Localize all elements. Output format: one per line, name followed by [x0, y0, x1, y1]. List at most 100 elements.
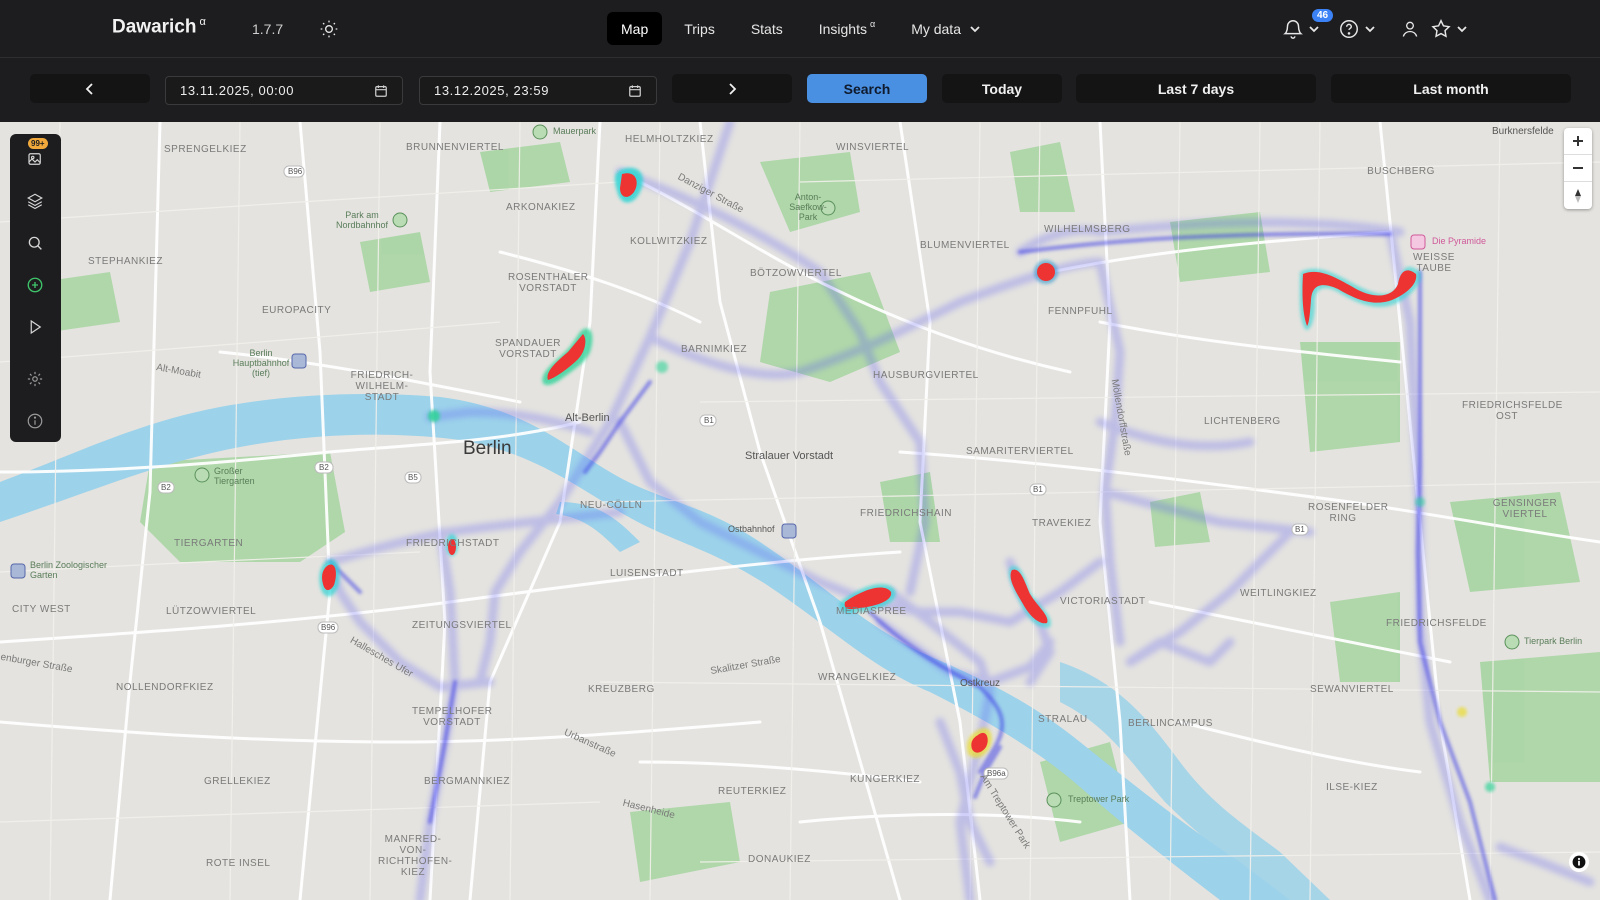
map-label-kollwitzkiez: KOLLWITZKIEZ	[630, 236, 708, 247]
bell-icon	[1283, 20, 1303, 39]
map-label-berlin: Berlin	[463, 438, 512, 459]
help-button[interactable]	[1338, 14, 1376, 44]
play-icon	[30, 319, 42, 335]
calendar-icon[interactable]	[374, 84, 388, 98]
chevron-down-icon	[1365, 26, 1375, 33]
today-button[interactable]: Today	[942, 74, 1062, 103]
start-date-value: 13.11.2025, 00:00	[180, 83, 295, 98]
map-label-victoriastadt: VICTORIASTADT	[1060, 596, 1146, 607]
map-label-mauerpark: Mauerpark	[553, 126, 597, 136]
zoom-out-button[interactable]	[1564, 155, 1592, 182]
map-label-city-west: CITY WEST	[12, 604, 71, 615]
notifications-count-badge: 46	[1312, 9, 1334, 22]
nav-trips[interactable]: Trips	[670, 12, 729, 45]
calendar-icon[interactable]	[628, 84, 642, 98]
map-search-button[interactable]	[24, 232, 46, 254]
next-period-button[interactable]	[672, 74, 792, 103]
map-label-spandauer: SPANDAUER VORSTADT	[495, 338, 561, 360]
map-label-travekiez: TRAVEKIEZ	[1032, 518, 1092, 529]
nav-my-data-dropdown[interactable]: My data	[897, 12, 995, 45]
map-info-button[interactable]	[24, 410, 46, 432]
svg-text:B5: B5	[408, 473, 418, 482]
map-label-europacity: EUROPACITY	[262, 305, 332, 316]
reset-bearing-button[interactable]	[1564, 182, 1592, 209]
search-icon	[28, 236, 42, 250]
app-name: Dawarich	[112, 16, 197, 38]
map-label-ostbahnhof: Ostbahnhof	[728, 524, 775, 534]
map-label-wilhelmsberg: WILHELMSBERG	[1044, 224, 1131, 235]
map-label-tierpark: Tierpark Berlin	[1524, 636, 1583, 646]
zoom-controls	[1564, 128, 1592, 209]
nav-map[interactable]: Map	[607, 12, 663, 45]
map-label-nollendorf: NOLLENDORFKIEZ	[116, 682, 214, 693]
map-label-hauptbahnhof: Berlin Hauptbahnhof (tief)	[232, 348, 290, 378]
compass-icon	[1575, 188, 1581, 203]
map-settings-button[interactable]	[24, 368, 46, 390]
map-label-grellekiez: GRELLEKIEZ	[204, 776, 271, 787]
user-profile-button[interactable]	[1400, 14, 1420, 44]
map-label-friedrichshain: FRIEDRICHSHAIN	[860, 508, 953, 519]
map-label-mediaspree: MEDIASPREE	[836, 606, 907, 617]
chevron-right-icon	[729, 82, 737, 95]
map-label-reuterkiez: REUTERKIEZ	[718, 786, 787, 797]
map-label-weisse-taube: WEISSE TAUBE	[1413, 252, 1455, 274]
nav-my-data-label: My data	[911, 20, 961, 37]
map-label-alt-berlin: Alt-Berlin	[565, 412, 610, 424]
last-month-button[interactable]: Last month	[1331, 74, 1571, 103]
main-nav: Map Trips Stats Insights α My data	[607, 12, 1003, 45]
map-label-rosenfelder: ROSENFELDER RING	[1308, 502, 1389, 524]
map-label-friedrichsfelde: FRIEDRICHSFELDE	[1386, 618, 1487, 629]
map-label-tempelhofer: TEMPELHOFER VORSTADT	[412, 706, 493, 728]
end-date-input[interactable]: 13.12.2025, 23:59	[419, 76, 657, 105]
add-point-button[interactable]	[24, 274, 46, 296]
replay-button[interactable]	[24, 316, 46, 338]
date-range-toolbar: 13.11.2025, 00:00 13.12.2025, 23:59 Sear…	[0, 58, 1600, 122]
photos-layer-button[interactable]	[24, 148, 46, 170]
map-label-weitlingkiez: WEITLINGKIEZ	[1240, 588, 1317, 599]
map-label-ilse: ILSE-KIEZ	[1326, 782, 1378, 793]
favorites-dropdown-button[interactable]	[1430, 14, 1468, 44]
map-label-berlincampus: BERLINCAMPUS	[1128, 718, 1213, 729]
sun-icon	[320, 20, 338, 38]
photos-count-badge: 99+	[28, 138, 48, 149]
map-label-manfred: MANFRED-VON-RICHTHOFEN-KIEZ	[378, 834, 453, 878]
nav-stats[interactable]: Stats	[737, 12, 797, 45]
navbar-actions: 46	[1282, 9, 1468, 44]
end-date-value: 13.12.2025, 23:59	[434, 83, 550, 98]
map-label-tiergarten: TIERGARTEN	[174, 538, 244, 549]
start-date-input[interactable]: 13.11.2025, 00:00	[165, 76, 403, 105]
last-7-days-button[interactable]: Last 7 days	[1076, 74, 1316, 103]
search-button[interactable]: Search	[807, 74, 927, 103]
map-label-stephankiez: STEPHANKIEZ	[88, 256, 163, 267]
nav-insights[interactable]: Insights α	[805, 12, 889, 45]
hotspot-wilhelmsberg	[1034, 260, 1058, 284]
notifications-button[interactable]: 46	[1282, 9, 1334, 44]
map-label-pyramide: Die Pyramide	[1432, 236, 1487, 246]
svg-text:B1: B1	[1295, 525, 1305, 534]
map-label-park-nordbahnhof: Park am Nordbahnhof	[335, 210, 389, 230]
map-label-barnimkiez: BARNIMKIEZ	[681, 344, 748, 355]
previous-period-button[interactable]	[30, 74, 150, 103]
chevron-down-icon	[970, 25, 980, 32]
map-label-anton-saefkow: Anton-Saefkow-Park	[789, 192, 827, 222]
map-label-samariter: SAMARITERVIERTEL	[966, 446, 1074, 457]
theme-toggle-button[interactable]	[316, 16, 342, 42]
attribution-button[interactable]	[1569, 852, 1589, 872]
map-label-donaukiez: DONAUKIEZ	[748, 854, 811, 865]
svg-text:B1: B1	[1033, 485, 1043, 494]
map-label-ostkreuz: Ostkreuz	[960, 678, 1001, 689]
hotspot-kollwitz	[614, 167, 644, 203]
nav-stats-label: Stats	[750, 20, 783, 37]
map-label-buschberg: BUSCHBERG	[1367, 166, 1435, 177]
app-brand[interactable]: Dawarich α	[112, 16, 206, 38]
hotspot-ostkreuz	[966, 727, 992, 758]
map-canvas[interactable]: B96 B1 B2 B5 B2 B96 B1 B1 B96a Berlin Al…	[0, 122, 1600, 900]
layers-button[interactable]	[24, 190, 46, 212]
map-label-stralauer: Stralauer Vorstadt	[745, 450, 834, 462]
zoom-in-button[interactable]	[1564, 128, 1592, 155]
map-label-boetzow: BÖTZOWVIERTEL	[750, 268, 842, 279]
map-label-gensinger: GENSINGER VIERTEL	[1492, 498, 1558, 520]
map-label-fennpfuhl: FENNPFUHL	[1048, 306, 1113, 317]
map-label-sprengelkiez: SPRENGELKIEZ	[164, 144, 247, 155]
app-version: 1.7.7	[252, 21, 284, 37]
